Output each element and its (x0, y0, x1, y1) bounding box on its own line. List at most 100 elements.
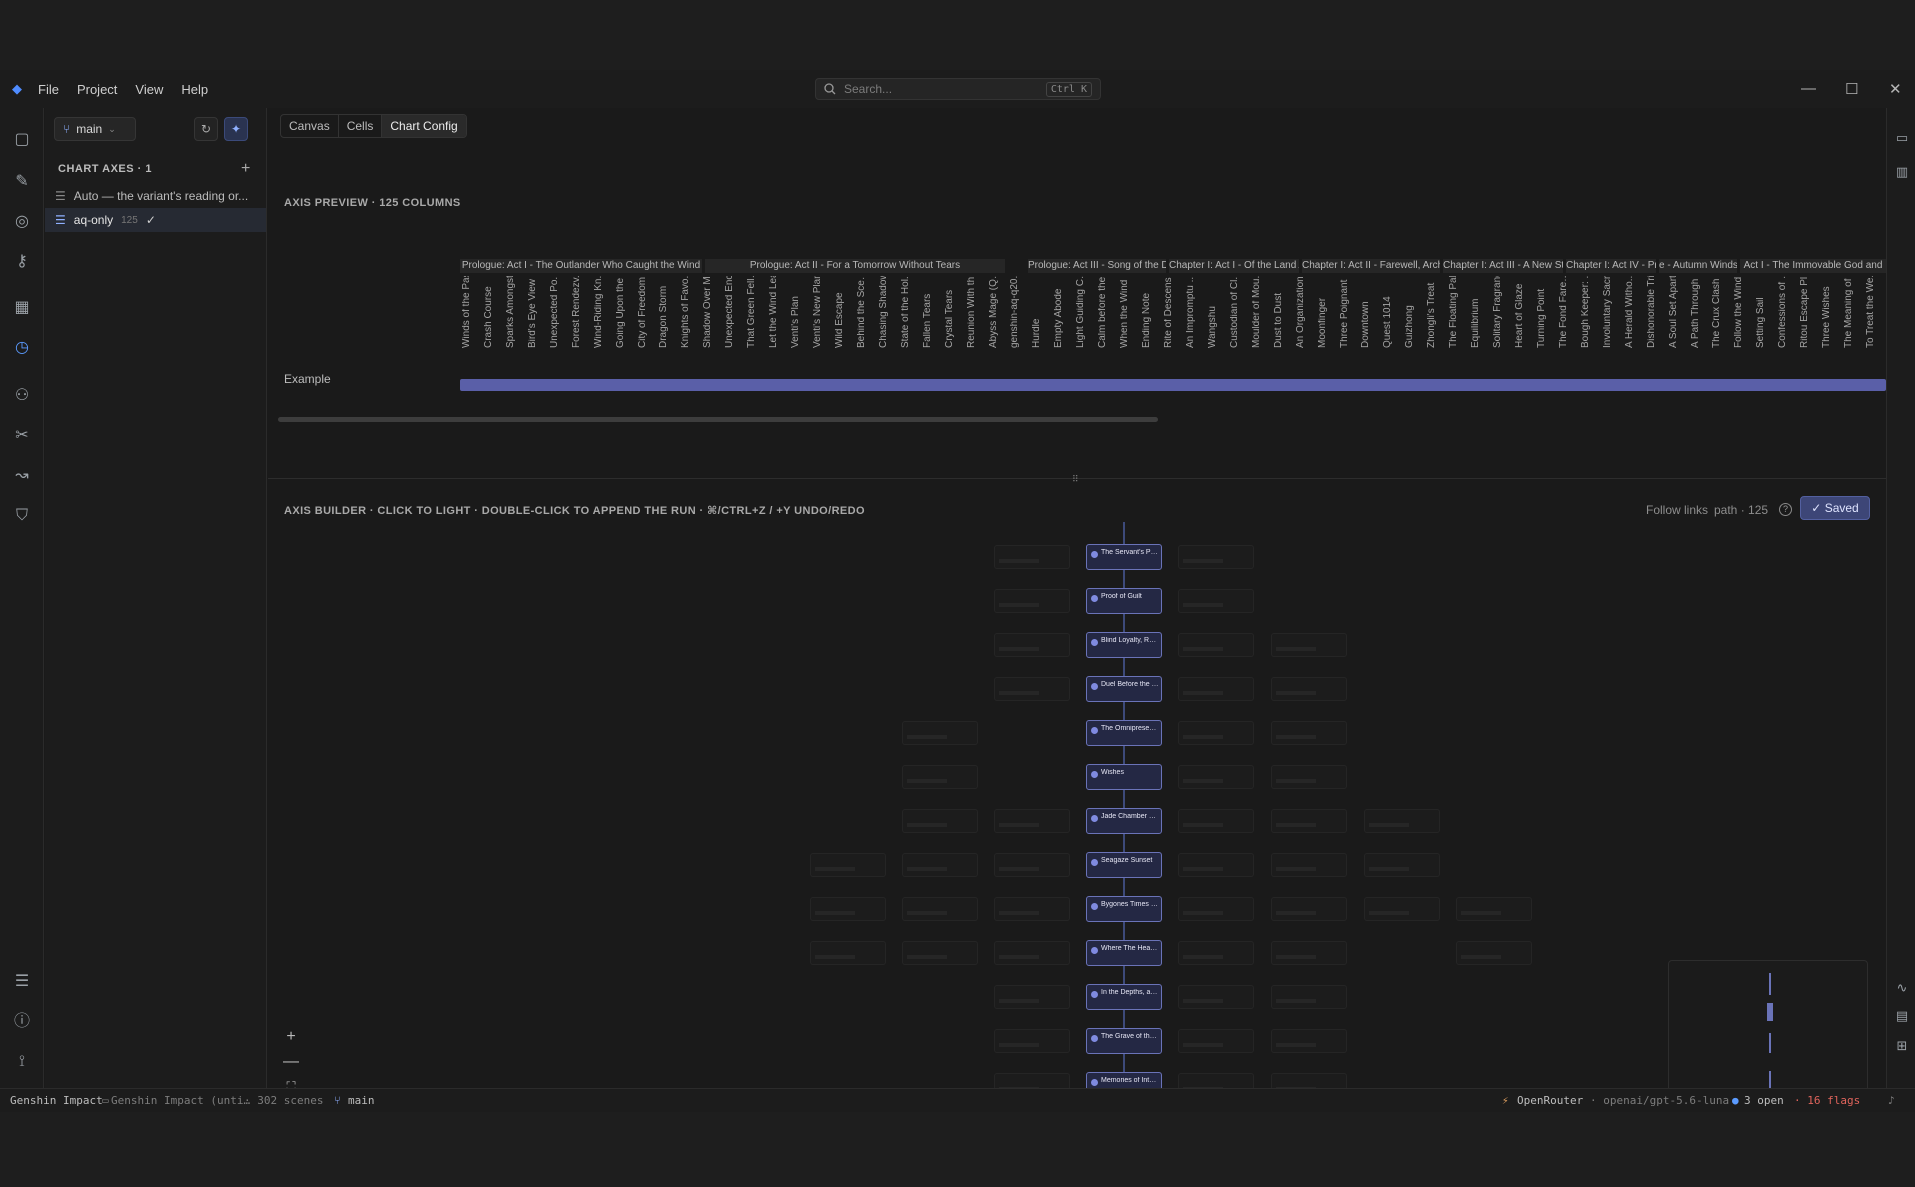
candidate-node[interactable] (1178, 545, 1254, 569)
drag-handle-icon[interactable]: ⠿ (1072, 474, 1079, 485)
share-icon[interactable]: ⟟ (12, 1052, 32, 1072)
path-node[interactable]: Seagaze Sunset (1086, 852, 1162, 878)
candidate-node[interactable] (1271, 1029, 1347, 1053)
path-node[interactable]: Duel Before the Throne (1086, 676, 1162, 702)
path-node[interactable]: Blind Loyalty, Recklessness (1086, 632, 1162, 658)
candidate-node[interactable] (994, 1029, 1070, 1053)
path-node[interactable]: The Grave of the Go... (1086, 1028, 1162, 1054)
branch-selector[interactable]: ⑂ main ⌄ (54, 117, 136, 141)
candidate-node[interactable] (994, 589, 1070, 613)
globe-icon[interactable]: ◎ (12, 212, 32, 232)
shield-icon[interactable]: ⛉ (12, 506, 32, 526)
candidate-node[interactable] (1178, 765, 1254, 789)
help-icon[interactable]: ? (1779, 503, 1792, 516)
saved-button[interactable]: ✓ Saved (1800, 496, 1870, 520)
candidate-node[interactable] (1271, 853, 1347, 877)
open-count[interactable]: 3 open (1744, 1094, 1784, 1107)
path-node[interactable]: The Servant's Path (1086, 544, 1162, 570)
candidate-node[interactable] (994, 985, 1070, 1009)
candidate-node[interactable] (1271, 765, 1347, 789)
candidate-node[interactable] (1178, 721, 1254, 745)
flags-count[interactable]: · 16 flags (1794, 1094, 1860, 1107)
tab-cells[interactable]: Cells (339, 115, 383, 137)
path-node[interactable]: In the Depths, an Un... (1086, 984, 1162, 1010)
candidate-node[interactable] (994, 809, 1070, 833)
candidate-node[interactable] (902, 765, 978, 789)
archive-icon[interactable]: ▤ (1894, 1008, 1910, 1024)
candidate-node[interactable] (1271, 677, 1347, 701)
candidate-node[interactable] (1271, 941, 1347, 965)
candidate-node[interactable] (994, 677, 1070, 701)
axis-builder-canvas[interactable]: + — ⛶ The Servant's Path Proof of Guilt Bl… (268, 522, 1886, 1112)
refresh-button[interactable]: ↻ (194, 117, 218, 141)
candidate-node[interactable] (1178, 809, 1254, 833)
tab-chart-config[interactable]: Chart Config (382, 115, 466, 137)
candidate-node[interactable] (1456, 897, 1532, 921)
path-node[interactable]: Jade Chamber Rising (1086, 808, 1162, 834)
users-icon[interactable]: ⚇ (12, 386, 32, 406)
candidate-node[interactable] (1178, 633, 1254, 657)
candidate-node[interactable] (1178, 589, 1254, 613)
path-node[interactable]: Wishes (1086, 764, 1162, 790)
menu-help[interactable]: Help (181, 82, 208, 97)
status-branch[interactable]: main (348, 1094, 375, 1107)
book-icon[interactable]: ▢ (12, 130, 32, 150)
candidate-node[interactable] (1178, 1029, 1254, 1053)
candidate-node[interactable] (902, 897, 978, 921)
grid-icon[interactable]: ▦ (12, 298, 32, 318)
candidate-node[interactable] (1271, 721, 1347, 745)
add-axis-button[interactable]: + (241, 160, 250, 178)
route-icon[interactable]: ↝ (12, 466, 32, 486)
candidate-node[interactable] (1364, 897, 1440, 921)
zoom-in-button[interactable]: + (280, 1027, 302, 1047)
chat-icon[interactable]: ▭ (1894, 130, 1910, 146)
menu-view[interactable]: View (135, 82, 163, 97)
candidate-node[interactable] (1364, 853, 1440, 877)
axis-item-auto[interactable]: ☰ Auto — the variant's reading or... (45, 184, 266, 208)
search-input[interactable]: Search... Ctrl K (815, 78, 1101, 100)
axis-item-aq-only[interactable]: ☰ aq-only 125 ✓ (45, 208, 266, 232)
candidate-node[interactable] (994, 941, 1070, 965)
path-node[interactable]: Bygones Times Like... (1086, 896, 1162, 922)
candidate-node[interactable] (1271, 897, 1347, 921)
horizontal-scrollbar[interactable] (278, 417, 1158, 422)
follow-links-toggle[interactable]: Follow links (1646, 503, 1708, 517)
candidate-node[interactable] (1456, 941, 1532, 965)
library-icon[interactable]: ▥ (1894, 164, 1910, 180)
candidate-node[interactable] (810, 853, 886, 877)
candidate-node[interactable] (1364, 809, 1440, 833)
candidate-node[interactable] (1271, 985, 1347, 1009)
candidate-node[interactable] (810, 941, 886, 965)
candidate-node[interactable] (994, 897, 1070, 921)
candidate-node[interactable] (1178, 897, 1254, 921)
info-icon[interactable]: ⓘ (12, 1012, 32, 1032)
candidate-node[interactable] (994, 633, 1070, 657)
candidate-node[interactable] (1271, 633, 1347, 657)
key-icon[interactable]: ⚷ (12, 252, 32, 272)
candidate-node[interactable] (902, 721, 978, 745)
candidate-node[interactable] (810, 897, 886, 921)
zoom-out-button[interactable]: — (280, 1052, 302, 1072)
provider-name[interactable]: OpenRouter (1517, 1094, 1583, 1107)
menu-file[interactable]: File (38, 82, 59, 97)
path-node[interactable]: The Omnipresent God (1086, 720, 1162, 746)
bell-icon[interactable]: ♪ (1888, 1094, 1895, 1107)
pen-icon[interactable]: ✎ (12, 172, 32, 192)
tab-canvas[interactable]: Canvas (281, 115, 339, 137)
sliders-icon[interactable]: ☰ (12, 972, 32, 992)
candidate-node[interactable] (1271, 809, 1347, 833)
candidate-node[interactable] (902, 941, 978, 965)
minimize-icon[interactable]: — (1801, 80, 1816, 97)
candidate-node[interactable] (1178, 677, 1254, 701)
candidate-node[interactable] (1178, 853, 1254, 877)
candidate-node[interactable] (994, 545, 1070, 569)
candidate-node[interactable] (1178, 941, 1254, 965)
close-icon[interactable]: ✕ (1889, 80, 1902, 98)
candidate-node[interactable] (1178, 985, 1254, 1009)
tools-icon[interactable]: ✂ (12, 426, 32, 446)
path-node[interactable]: Where The Heart Fo... (1086, 940, 1162, 966)
plugin-icon[interactable]: ⊞ (1894, 1038, 1910, 1054)
menu-project[interactable]: Project (77, 82, 117, 97)
candidate-node[interactable] (902, 853, 978, 877)
project-name[interactable]: Genshin Impact (10, 1094, 103, 1107)
